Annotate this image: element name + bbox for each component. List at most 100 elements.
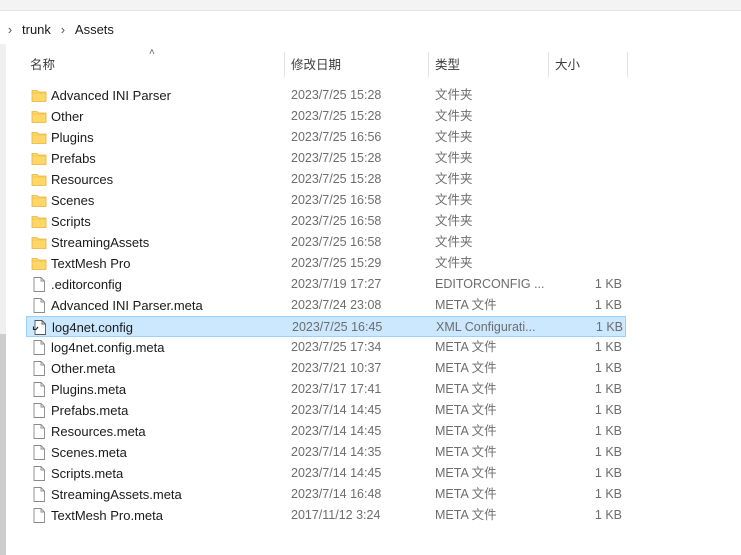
column-divider[interactable] bbox=[428, 52, 429, 78]
file-name: StreamingAssets bbox=[51, 235, 150, 250]
file-name: Scripts.meta bbox=[51, 466, 124, 481]
file-type: 文件夹 bbox=[435, 130, 473, 144]
file-size bbox=[546, 253, 622, 274]
file-icon bbox=[31, 424, 47, 439]
file-date: 2023/7/25 17:34 bbox=[291, 340, 382, 354]
column-header-date[interactable]: 修改日期 bbox=[291, 48, 341, 80]
chevron-right-icon[interactable]: › bbox=[0, 22, 20, 37]
file-name: Resources.meta bbox=[51, 424, 146, 439]
file-size: 1 KB bbox=[595, 320, 623, 334]
file-name: Scenes.meta bbox=[51, 445, 127, 460]
column-header-size[interactable]: 大小 bbox=[555, 48, 580, 80]
file-type: META 文件 bbox=[435, 361, 497, 375]
file-size: 1 KB bbox=[594, 508, 622, 522]
file-name: log4net.config.meta bbox=[51, 340, 165, 355]
file-row[interactable]: TextMesh Pro.meta 2017/11/12 3:24 META 文件 1… bbox=[26, 505, 626, 526]
file-type: EDITORCONFIG ... bbox=[435, 277, 545, 291]
file-name: .editorconfig bbox=[51, 277, 122, 292]
file-row[interactable]: Plugins.meta 2023/7/17 17:41 META 文件 1 KB bbox=[26, 379, 626, 400]
scrollbar[interactable] bbox=[0, 44, 6, 555]
file-date: 2023/7/25 16:58 bbox=[291, 214, 382, 228]
file-date: 2023/7/24 23:08 bbox=[291, 298, 382, 312]
chevron-right-icon[interactable]: › bbox=[53, 22, 73, 37]
file-name: Plugins.meta bbox=[51, 382, 127, 397]
file-row[interactable]: Resources 2023/7/25 15:28 文件夹 bbox=[26, 169, 626, 190]
file-row[interactable]: Advanced INI Parser.meta 2023/7/24 23:08 M… bbox=[26, 295, 626, 316]
file-row[interactable]: log4net.config 2023/7/25 16:45 XML Configu… bbox=[26, 316, 626, 337]
file-icon bbox=[31, 487, 47, 502]
folder-icon bbox=[31, 214, 47, 229]
file-row[interactable]: log4net.config.meta 2023/7/25 17:34 META 文… bbox=[26, 337, 626, 358]
file-row[interactable]: Scripts 2023/7/25 16:58 文件夹 bbox=[26, 211, 626, 232]
file-icon bbox=[31, 445, 47, 460]
file-icon bbox=[31, 277, 47, 292]
breadcrumb-item-trunk[interactable]: trunk bbox=[20, 22, 53, 37]
file-size bbox=[546, 232, 622, 253]
folder-icon bbox=[31, 235, 47, 250]
file-date: 2017/11/12 3:24 bbox=[291, 508, 381, 522]
file-type: META 文件 bbox=[435, 424, 497, 438]
file-type: 文件夹 bbox=[435, 151, 473, 165]
file-row[interactable]: Prefabs.meta 2023/7/14 14:45 META 文件 1 KB bbox=[26, 400, 626, 421]
column-divider[interactable] bbox=[284, 52, 285, 78]
scrollbar-thumb[interactable] bbox=[0, 334, 6, 555]
file-row[interactable]: Plugins 2023/7/25 16:56 文件夹 bbox=[26, 127, 626, 148]
file-date: 2023/7/25 15:29 bbox=[291, 256, 382, 270]
file-name: Resources bbox=[51, 172, 114, 187]
file-row[interactable]: StreamingAssets 2023/7/25 16:58 文件夹 bbox=[26, 232, 626, 253]
file-name: TextMesh Pro.meta bbox=[51, 508, 163, 523]
file-type: 文件夹 bbox=[435, 256, 473, 270]
file-type: META 文件 bbox=[435, 445, 497, 459]
column-divider[interactable] bbox=[548, 52, 549, 78]
file-row[interactable]: TextMesh Pro 2023/7/25 15:29 文件夹 bbox=[26, 253, 626, 274]
column-header-row: 名称 ˄ 修改日期 类型 大小 bbox=[0, 47, 741, 80]
file-size: 1 KB bbox=[594, 361, 622, 375]
file-name: Advanced INI Parser bbox=[51, 88, 171, 103]
file-row[interactable]: Prefabs 2023/7/25 15:28 文件夹 bbox=[26, 148, 626, 169]
file-date: 2023/7/14 14:45 bbox=[291, 424, 382, 438]
file-type: 文件夹 bbox=[435, 193, 473, 207]
column-divider[interactable] bbox=[627, 52, 628, 78]
file-row[interactable]: Resources.meta 2023/7/14 14:45 META 文件 1 KB bbox=[26, 421, 626, 442]
file-row[interactable]: .editorconfig 2023/7/19 17:27 EDITORCONFIG… bbox=[26, 274, 626, 295]
file-icon bbox=[31, 508, 47, 523]
file-type: META 文件 bbox=[435, 487, 497, 501]
config-file-icon bbox=[32, 320, 48, 335]
file-size bbox=[546, 148, 622, 169]
folder-icon bbox=[31, 109, 47, 124]
file-size: 1 KB bbox=[594, 487, 622, 501]
file-row[interactable]: Scripts.meta 2023/7/14 14:45 META 文件 1 KB bbox=[26, 463, 626, 484]
file-type: 文件夹 bbox=[435, 235, 473, 249]
folder-icon bbox=[31, 172, 47, 187]
file-row[interactable]: StreamingAssets.meta 2023/7/14 16:48 META … bbox=[26, 484, 626, 505]
file-size bbox=[546, 106, 622, 127]
column-header-type[interactable]: 类型 bbox=[435, 48, 460, 80]
file-name: Advanced INI Parser.meta bbox=[51, 298, 203, 313]
file-type: META 文件 bbox=[435, 508, 497, 522]
file-row[interactable]: Scenes.meta 2023/7/14 14:35 META 文件 1 KB bbox=[26, 442, 626, 463]
file-type: META 文件 bbox=[435, 403, 497, 417]
file-row[interactable]: Advanced INI Parser 2023/7/25 15:28 文件夹 bbox=[26, 85, 626, 106]
folder-icon bbox=[31, 193, 47, 208]
file-date: 2023/7/25 15:28 bbox=[291, 151, 382, 165]
file-name: log4net.config bbox=[52, 320, 133, 335]
file-size: 1 KB bbox=[594, 445, 622, 459]
breadcrumb-item-assets[interactable]: Assets bbox=[73, 22, 116, 37]
file-type: 文件夹 bbox=[435, 88, 473, 102]
folder-icon bbox=[31, 151, 47, 166]
file-date: 2023/7/19 17:27 bbox=[291, 277, 382, 291]
file-date: 2023/7/25 16:56 bbox=[291, 130, 382, 144]
folder-icon bbox=[31, 130, 47, 145]
file-size: 1 KB bbox=[594, 466, 622, 480]
column-header-name[interactable]: 名称 bbox=[30, 48, 55, 80]
file-name: TextMesh Pro bbox=[51, 256, 131, 271]
file-row[interactable]: Other 2023/7/25 15:28 文件夹 bbox=[26, 106, 626, 127]
file-row[interactable]: Other.meta 2023/7/21 10:37 META 文件 1 KB bbox=[26, 358, 626, 379]
file-date: 2023/7/25 16:45 bbox=[292, 320, 383, 334]
file-name: StreamingAssets.meta bbox=[51, 487, 182, 502]
file-date: 2023/7/25 16:58 bbox=[291, 193, 382, 207]
folder-icon bbox=[31, 88, 47, 103]
file-date: 2023/7/21 10:37 bbox=[291, 361, 382, 375]
file-row[interactable]: Scenes 2023/7/25 16:58 文件夹 bbox=[26, 190, 626, 211]
toolbar-strip bbox=[0, 0, 741, 11]
